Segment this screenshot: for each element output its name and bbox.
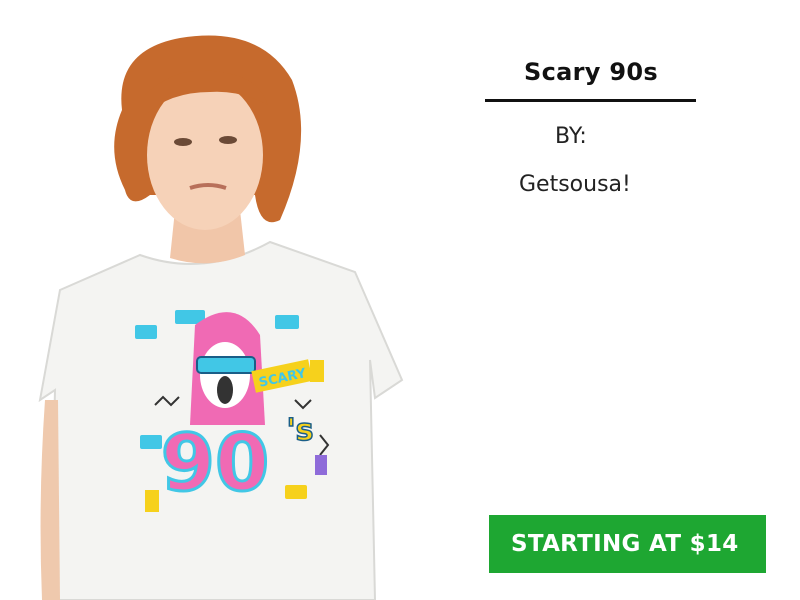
by-label: BY: xyxy=(555,124,587,149)
product-title: Scary 90s xyxy=(524,58,658,86)
s-text: 's xyxy=(286,413,313,448)
face xyxy=(147,80,263,230)
starting-price-button[interactable]: STARTING AT $14 xyxy=(489,515,766,573)
ninety-text: 90 xyxy=(161,419,270,509)
artist-name[interactable]: Getsousa! xyxy=(519,172,631,197)
title-divider xyxy=(485,99,696,102)
left-arm xyxy=(40,400,60,600)
product-photo: SCARY 90 's xyxy=(38,35,404,600)
